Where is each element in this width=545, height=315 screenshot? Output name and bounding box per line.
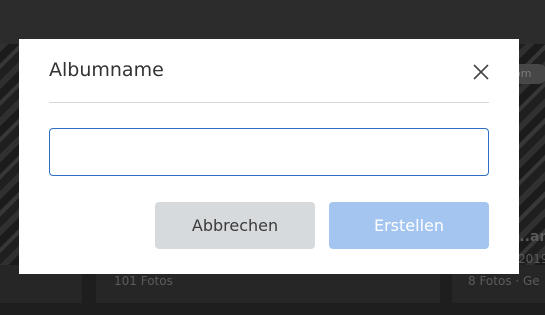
dialog-title: Albumname [49, 59, 164, 81]
create-album-dialog: Albumname Abbrechen Erstellen [19, 39, 519, 274]
cancel-button[interactable]: Abbrechen [155, 202, 315, 249]
dialog-divider [49, 102, 489, 103]
close-button[interactable] [470, 61, 492, 83]
close-icon [473, 64, 489, 80]
create-button[interactable]: Erstellen [329, 202, 489, 249]
album-name-input[interactable] [49, 128, 489, 176]
